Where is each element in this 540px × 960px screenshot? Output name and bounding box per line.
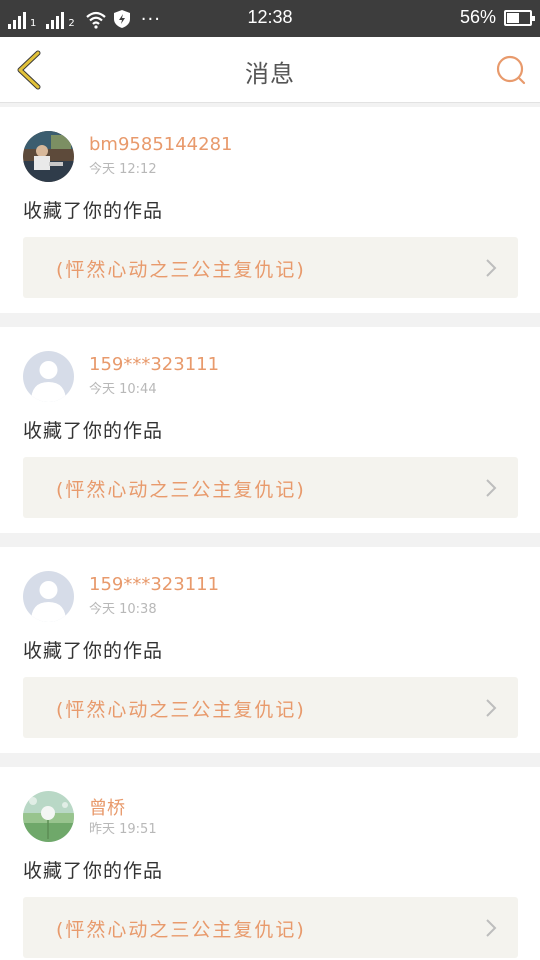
message-time: 昨天 19:51 — [89, 822, 157, 837]
battery-level — [507, 13, 520, 23]
message-card: bm9585144281 今天 12:12 收藏了你的作品 (怦然心动之三公主复… — [0, 107, 540, 313]
action-text: 收藏了你的作品 — [23, 860, 164, 882]
message-time: 今天 10:38 — [89, 602, 157, 617]
work-link[interactable]: (怦然心动之三公主复仇记) — [23, 237, 518, 298]
user-name[interactable]: 159***323111 — [89, 354, 219, 375]
action-text: 收藏了你的作品 — [23, 640, 164, 662]
chevron-right-icon — [486, 479, 497, 497]
user-name[interactable]: 159***323111 — [89, 574, 219, 595]
chevron-right-icon — [486, 699, 497, 717]
chevron-right-icon — [486, 919, 497, 937]
message-card: 曾桥 昨天 19:51 收藏了你的作品 (怦然心动之三公主复仇记) — [0, 767, 540, 960]
action-text: 收藏了你的作品 — [23, 420, 164, 442]
work-link[interactable]: (怦然心动之三公主复仇记) — [23, 677, 518, 738]
work-link[interactable]: (怦然心动之三公主复仇记) — [23, 897, 518, 958]
avatar[interactable] — [23, 571, 74, 622]
work-link[interactable]: (怦然心动之三公主复仇记) — [23, 457, 518, 518]
chevron-right-icon — [486, 259, 497, 277]
user-name[interactable]: bm9585144281 — [89, 134, 232, 155]
work-title: (怦然心动之三公主复仇记) — [56, 919, 306, 941]
avatar[interactable] — [23, 351, 74, 402]
search-button[interactable] — [494, 53, 528, 87]
page-title: 消息 — [245, 60, 295, 88]
action-text: 收藏了你的作品 — [23, 200, 164, 222]
avatar[interactable] — [23, 131, 74, 182]
nav-bar: 消息 — [0, 37, 540, 103]
message-time: 今天 10:44 — [89, 382, 157, 397]
status-bar: 1 2 ··· 12:38 56% — [0, 0, 540, 37]
avatar[interactable] — [23, 791, 74, 842]
user-name[interactable]: 曾桥 — [89, 794, 125, 820]
battery-percent: 56% — [459, 7, 496, 27]
message-time: 今天 12:12 — [89, 162, 157, 177]
work-title: (怦然心动之三公主复仇记) — [56, 699, 306, 721]
work-title: (怦然心动之三公主复仇记) — [56, 479, 306, 501]
message-card: 159***323111 今天 10:44 收藏了你的作品 (怦然心动之三公主复… — [0, 327, 540, 533]
battery-icon — [504, 10, 535, 26]
work-title: (怦然心动之三公主复仇记) — [56, 259, 306, 281]
message-card: 159***323111 今天 10:38 收藏了你的作品 (怦然心动之三公主复… — [0, 547, 540, 753]
